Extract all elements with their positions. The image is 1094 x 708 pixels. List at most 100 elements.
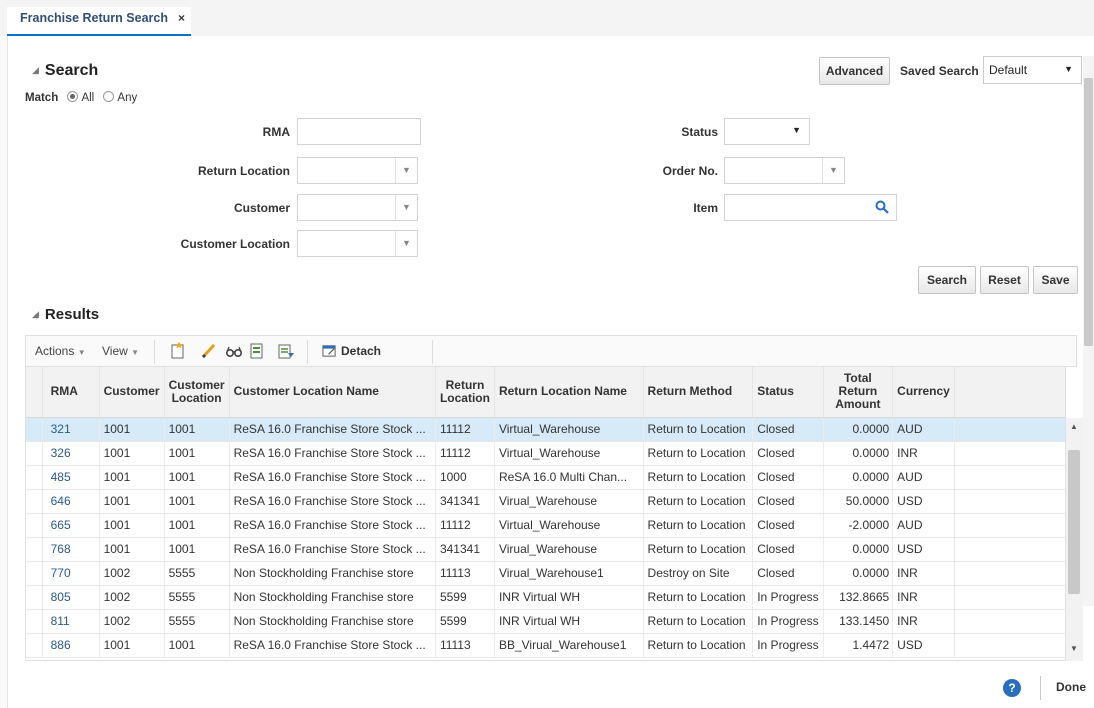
cell-customer-location: 1001 <box>164 441 230 466</box>
cell-rma[interactable]: 321 <box>42 417 100 442</box>
results-section-title[interactable]: ◢ Results <box>32 306 99 323</box>
help-icon[interactable]: ? <box>1003 679 1021 697</box>
col-header-return-method[interactable]: Return Method <box>643 367 754 418</box>
reset-button[interactable]: Reset <box>980 266 1029 294</box>
col-header-customer-location[interactable]: Customer Location <box>164 367 230 418</box>
cell-customer-location-name: ReSA 16.0 Franchise Store Stock ... <box>229 441 436 466</box>
page-scrollbar[interactable] <box>1083 56 1094 606</box>
results-title: Results <box>44 306 100 323</box>
chevron-down-icon: ▼ <box>131 348 140 357</box>
view-glasses-icon[interactable] <box>225 342 243 360</box>
row-filler <box>954 465 1065 490</box>
cell-rma[interactable]: 646 <box>42 489 100 514</box>
save-button[interactable]: Save <box>1033 266 1078 294</box>
row-spacer <box>26 417 43 442</box>
export-icon[interactable] <box>248 342 266 360</box>
scroll-down-icon[interactable]: ▼ <box>1070 644 1078 653</box>
cell-customer: 1002 <box>99 561 165 586</box>
col-header-total-return-amount[interactable]: Total Return Amount <box>823 367 894 418</box>
create-icon[interactable] <box>170 342 188 360</box>
table-row[interactable]: 805 1002 5555 Non Stockholding Franchise st… <box>26 585 1065 610</box>
row-spacer <box>26 489 43 514</box>
table-row[interactable]: 811 1002 5555 Non Stockholding Franchise st… <box>26 609 1065 634</box>
cell-status: Closed <box>752 417 824 442</box>
reports-icon[interactable] <box>277 342 295 360</box>
cell-customer-location: 5555 <box>164 585 230 610</box>
close-icon[interactable]: × <box>178 11 185 25</box>
detach-button[interactable]: Detach <box>322 343 381 358</box>
cell-return-location-name: INR Virtual WH <box>494 609 644 634</box>
cell-rma[interactable]: 886 <box>42 633 100 658</box>
cell-rma[interactable]: 805 <box>42 585 100 610</box>
cell-rma[interactable]: 665 <box>42 513 100 538</box>
edit-pencil-icon[interactable] <box>200 342 218 360</box>
table-row[interactable]: 770 1002 5555 Non Stockholding Franchise st… <box>26 561 1065 586</box>
customer-combo[interactable]: ▼ <box>297 194 418 221</box>
table-row[interactable]: 485 1001 1001 ReSA 16.0 Franchise Store Sto… <box>26 465 1065 490</box>
table-row[interactable]: 321 1001 1001 ReSA 16.0 Franchise Store Sto… <box>26 417 1065 442</box>
cell-customer: 1001 <box>99 465 165 490</box>
cell-return-location: 11112 <box>435 441 495 466</box>
customer-location-combo[interactable]: ▼ <box>297 230 418 257</box>
cell-rma[interactable]: 326 <box>42 441 100 466</box>
rma-input[interactable] <box>297 118 421 145</box>
cell-status: Closed <box>752 537 824 562</box>
row-spacer <box>26 537 43 562</box>
actions-menu[interactable]: Actions ▼ <box>35 344 86 358</box>
order-no-combo[interactable]: ▼ <box>724 157 845 184</box>
table-row[interactable]: 665 1001 1001 ReSA 16.0 Franchise Store Sto… <box>26 513 1065 538</box>
match-any-radio[interactable] <box>103 91 115 102</box>
tab-franchise-return-search[interactable]: Franchise Return Search × <box>7 7 191 36</box>
col-header-customer[interactable]: Customer <box>99 367 165 418</box>
advanced-button[interactable]: Advanced <box>819 57 890 85</box>
col-header-return-location-name[interactable]: Return Location Name <box>494 367 644 418</box>
chevron-down-icon[interactable]: ▼ <box>822 158 844 183</box>
cell-customer-location-name: ReSA 16.0 Franchise Store Stock ... <box>229 513 436 538</box>
cell-rma[interactable]: 770 <box>42 561 100 586</box>
scroll-up-icon[interactable]: ▲ <box>1070 422 1078 431</box>
cell-return-location-name: Virtual_Warehouse <box>494 513 644 538</box>
table-row[interactable]: 768 1001 1001 ReSA 16.0 Franchise Store Sto… <box>26 537 1065 562</box>
customer-label: Customer <box>233 201 290 215</box>
col-header-status[interactable]: Status <box>752 367 824 418</box>
cell-rma[interactable]: 485 <box>42 465 100 490</box>
row-spacer <box>26 513 43 538</box>
cell-return-location-name: Virual_Warehouse <box>494 537 644 562</box>
cell-currency: INR <box>892 585 955 610</box>
chevron-down-icon[interactable]: ▼ <box>395 158 417 183</box>
results-scrollbar[interactable]: ▲ ▼ <box>1066 418 1083 661</box>
cell-rma[interactable]: 811 <box>42 609 100 634</box>
cell-customer-location: 1001 <box>164 465 230 490</box>
search-section-title[interactable]: ◢ Search <box>32 62 98 80</box>
page-scroll-thumb[interactable] <box>1084 78 1093 346</box>
scroll-thumb[interactable] <box>1068 450 1080 594</box>
table-row[interactable]: 646 1001 1001 ReSA 16.0 Franchise Store Sto… <box>26 489 1065 514</box>
status-select[interactable]: ▼ <box>724 118 810 145</box>
cell-return-location-name: Virual_Warehouse <box>494 489 644 514</box>
row-filler <box>954 609 1065 634</box>
cell-currency: INR <box>892 441 955 466</box>
cell-customer: 1001 <box>99 513 165 538</box>
chevron-down-icon[interactable]: ▼ <box>395 195 417 220</box>
table-row[interactable]: 886 1001 1001 ReSA 16.0 Franchise Store Sto… <box>26 633 1065 658</box>
tab-strip: Franchise Return Search × <box>0 0 1094 36</box>
col-header-return-location[interactable]: Return Location <box>435 367 495 418</box>
col-header-rma[interactable]: RMA <box>42 367 100 418</box>
table-row[interactable]: 326 1001 1001 ReSA 16.0 Franchise Store Sto… <box>26 441 1065 466</box>
row-spacer <box>26 633 43 658</box>
match-all-radio[interactable] <box>67 91 79 102</box>
col-header-customer-location-name[interactable]: Customer Location Name <box>229 367 436 418</box>
header-spacer <box>26 367 43 418</box>
col-header-currency[interactable]: Currency <box>892 367 955 418</box>
chevron-down-icon: ▼ <box>792 125 801 135</box>
done-button[interactable]: Done <box>1050 674 1092 702</box>
view-menu[interactable]: View ▼ <box>102 344 139 358</box>
return-location-combo[interactable]: ▼ <box>297 157 418 184</box>
item-input[interactable] <box>724 194 897 221</box>
cell-rma[interactable]: 768 <box>42 537 100 562</box>
search-button[interactable]: Search <box>918 266 976 294</box>
match-all-label: All <box>81 92 95 104</box>
chevron-down-icon[interactable]: ▼ <box>395 231 417 256</box>
saved-search-select[interactable]: Default ▼ <box>983 56 1082 84</box>
search-icon[interactable] <box>874 199 890 215</box>
